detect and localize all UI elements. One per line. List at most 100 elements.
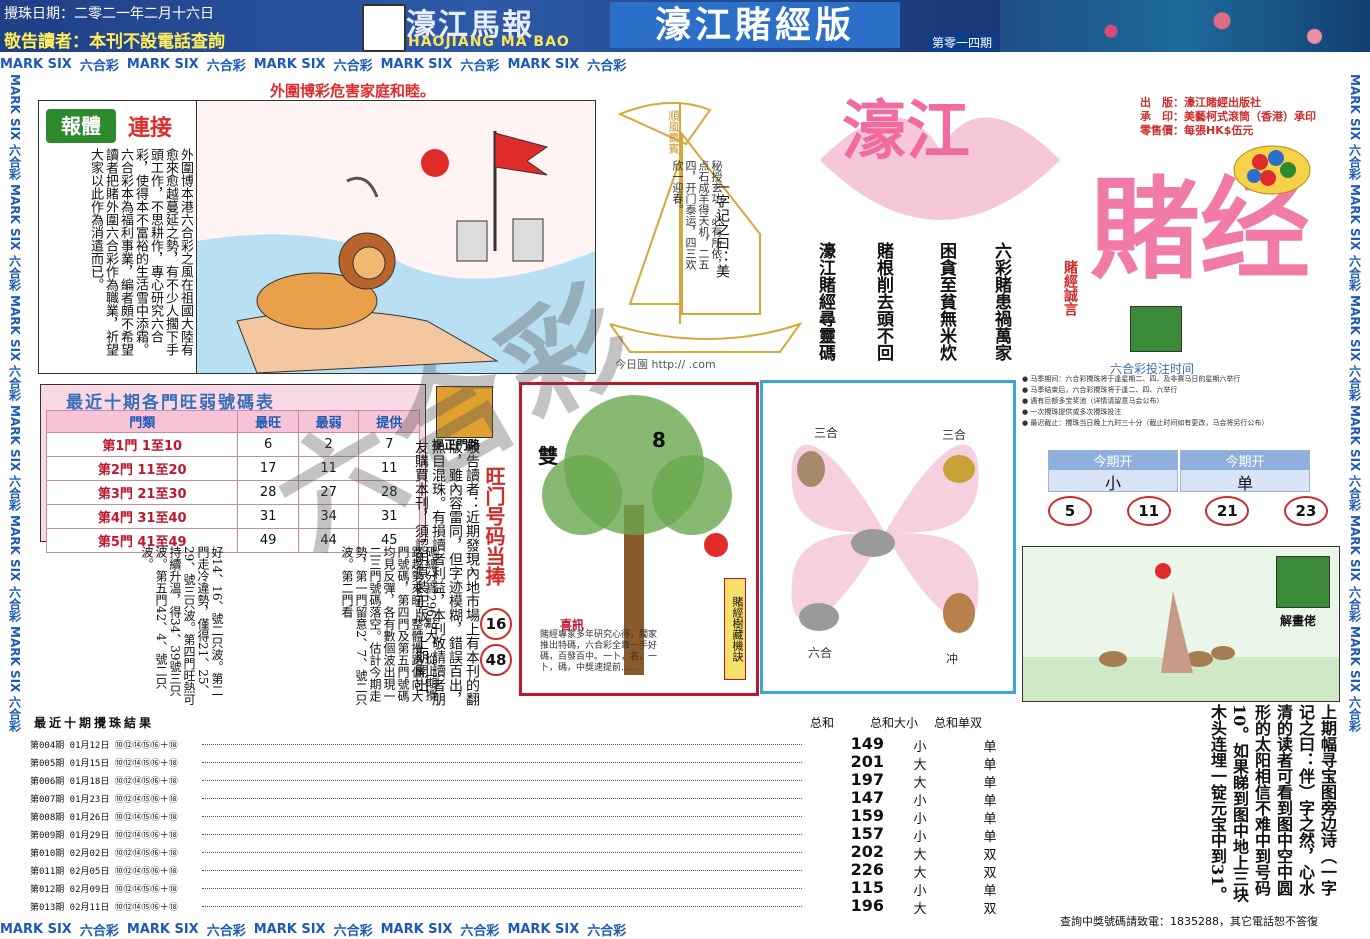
article-title: 連接	[128, 116, 173, 141]
article-badge: 報體	[46, 109, 116, 143]
brand-poem-col-4: 濠江賭經尋靈碼	[815, 242, 835, 361]
lottery-balls-image	[1233, 145, 1311, 195]
left-border-strip: MARK SIX 六合彩 MARK SIX 六合彩 MARK SIX 六合彩 MARK SI…	[0, 74, 30, 919]
result-label: 第009期 01月29日 ⑩⑫⑭⑮⑯＋⑱	[30, 831, 178, 841]
strip-label: MARK SIX	[507, 56, 580, 72]
right-border-strip: MARK SIX 六合彩 MARK SIX 六合彩 MARK SIX 六合彩 MARK SI…	[1340, 74, 1370, 919]
result-sum: 196	[850, 896, 884, 915]
strip-label: MARK SIX	[1348, 515, 1362, 582]
strip-label: 六合彩	[7, 364, 22, 401]
table-row: 第2門 11至20 17 11 11	[45, 456, 420, 481]
rule-line: ● 最迟截止：攪珠当日晚上九时三十分（截止时间如有更改，马会将另行公布）	[1022, 419, 1269, 427]
strip-label: MARK SIX	[1348, 404, 1362, 472]
results-title: 最近十期攪珠結果	[34, 716, 155, 730]
hot-cell: 6	[237, 432, 299, 457]
tile-parity-value: 单	[1236, 474, 1253, 493]
freq-header: 最旺	[237, 410, 299, 433]
strip-label: 六合彩	[7, 695, 22, 732]
result-sum: 149	[850, 734, 884, 753]
article-body: 外圍博本港六合彩之風在祖國大陸有愈來愈越蔓延之勢，有不少人擱下手頭工作，不思耕作…	[88, 148, 193, 356]
result-dot-line	[202, 780, 802, 781]
pick-numbers: 5 11 21 23	[1048, 496, 1328, 526]
brand-poem-col-3: 賭根削去頭不回	[873, 242, 893, 361]
table-row: 第013期 02月11日 ⑩⑫⑭⑮⑯＋⑱	[30, 898, 200, 915]
strip-label: MARK SIX	[253, 921, 326, 937]
hot-cell: 28	[237, 480, 299, 505]
result-size: 大	[913, 866, 927, 881]
freq-header: 提供	[358, 410, 420, 433]
strip-label: 六合彩	[206, 923, 246, 939]
results-header-size: 总和大小	[870, 716, 919, 730]
result-size: 大	[913, 848, 927, 863]
strip-label: 六合彩	[1347, 695, 1362, 732]
strip-label: MARK SIX	[8, 74, 22, 141]
tile-size-label: 今期开	[1049, 451, 1177, 470]
strip-label: 六合彩	[79, 923, 119, 939]
results-header-sum: 总和	[810, 716, 835, 730]
pub-line: 出 版：濠江賭經出版社	[1140, 96, 1261, 109]
strip-label: 六合彩	[1347, 585, 1362, 622]
lottery-balls-icon	[1232, 140, 1312, 196]
result-parity: 双	[983, 866, 997, 881]
table-row: 第007期 01月23日 ⑩⑫⑭⑮⑯＋⑱	[30, 790, 200, 807]
result-dot-line	[202, 744, 802, 745]
result-dot-line	[202, 870, 802, 871]
result-sum: 115	[850, 878, 884, 897]
result-parity: 单	[983, 884, 997, 899]
result-sum: 202	[850, 842, 884, 861]
table-row: 第012期 02月09日 ⑩⑫⑭⑮⑯＋⑱	[30, 880, 200, 897]
result-parity: 单	[983, 830, 997, 845]
result-label: 第012期 02月09日 ⑩⑫⑭⑮⑯＋⑱	[30, 885, 178, 895]
logo-english: HAOJIANG MA BAO	[408, 34, 570, 50]
strip-label: 六合彩	[7, 254, 22, 291]
strip-label: MARK SIX	[1348, 625, 1362, 692]
brand-slogan: 賭經誠言	[1062, 260, 1078, 316]
result-dot-line	[202, 762, 802, 763]
strip-label: 六合彩	[7, 475, 22, 512]
door-cell: 第2門 11至20	[45, 456, 239, 481]
result-parity: 单	[983, 776, 997, 791]
result-size: 小	[913, 740, 927, 755]
strip-label: 六合彩	[1347, 144, 1362, 181]
tile-size: 今期开 小	[1048, 450, 1178, 493]
strip-label: 六合彩	[1347, 254, 1362, 291]
pub-line: 承 印：美藝柯式滾筒（香港）承印	[1140, 110, 1316, 123]
result-parity: 单	[983, 812, 997, 827]
hot-door-numbers: 16 48	[480, 608, 512, 676]
hot-cell: 17	[237, 456, 299, 481]
result-parity: 单	[983, 758, 997, 773]
reader-warning: 敬告讀者：本刊不設電話查詢	[4, 32, 225, 52]
strip-label: MARK SIX	[0, 921, 72, 937]
current-tiles: 今期开 小 今期开 单	[1048, 450, 1310, 493]
strip-label: MARK SIX	[8, 404, 22, 472]
strip-label: MARK SIX	[507, 921, 580, 937]
strip-label: MARK SIX	[1348, 294, 1362, 361]
strip-label: MARK SIX	[1348, 74, 1362, 141]
strip-label: 六合彩	[587, 58, 627, 74]
hot-number: 48	[480, 644, 512, 676]
result-label: 第006期 01月18日 ⑩⑫⑭⑮⑯＋⑱	[30, 777, 178, 787]
table-row: 第004期 01月12日 ⑩⑫⑭⑮⑯＋⑱	[30, 736, 200, 753]
table-row: 第011期 02月05日 ⑩⑫⑭⑮⑯＋⑱	[30, 862, 200, 879]
lion-scene-image	[197, 131, 595, 373]
strip-label: 六合彩	[7, 144, 22, 181]
rule-line: ● 马季结束后，六合彩攪珠将于逢二、四、六举行	[1022, 386, 1178, 394]
yizi-hint: 一字记之曰：美	[714, 180, 730, 278]
brand-big-1: 濠江	[842, 94, 970, 169]
hot-cell: 31	[237, 504, 299, 529]
strip-label: MARK SIX	[8, 294, 22, 361]
pen-writing-icon	[1276, 556, 1330, 608]
frequency-table: 門類 最旺 最弱 提供 第1門 1至10 6 2 7 第2門 11至20 17 …	[45, 410, 420, 553]
result-label: 第004期 01月12日 ⑩⑫⑭⑮⑯＋⑱	[30, 741, 178, 751]
lion-illustration	[196, 100, 596, 374]
result-parity: 双	[983, 848, 997, 863]
rule-line: ● 遇有巨额多宝奖池（详情请留意马会公布）	[1022, 397, 1164, 405]
strip-label: MARK SIX	[126, 56, 199, 72]
table-row: 第008期 01月26日 ⑩⑫⑭⑮⑯＋⑱	[30, 808, 200, 825]
weak-cell: 34	[297, 504, 360, 529]
results-table: 总和 总和大小 总和单双 第004期 01月12日 ⑩⑫⑭⑮⑯＋⑱ 149 小单第0…	[30, 714, 1010, 918]
table-row: 第009期 01月29日 ⑩⑫⑭⑮⑯＋⑱	[30, 826, 200, 843]
result-size: 大	[913, 776, 927, 791]
table-row: 第3門 21至30 28 27 28	[45, 480, 420, 505]
result-dot-line	[202, 798, 802, 799]
